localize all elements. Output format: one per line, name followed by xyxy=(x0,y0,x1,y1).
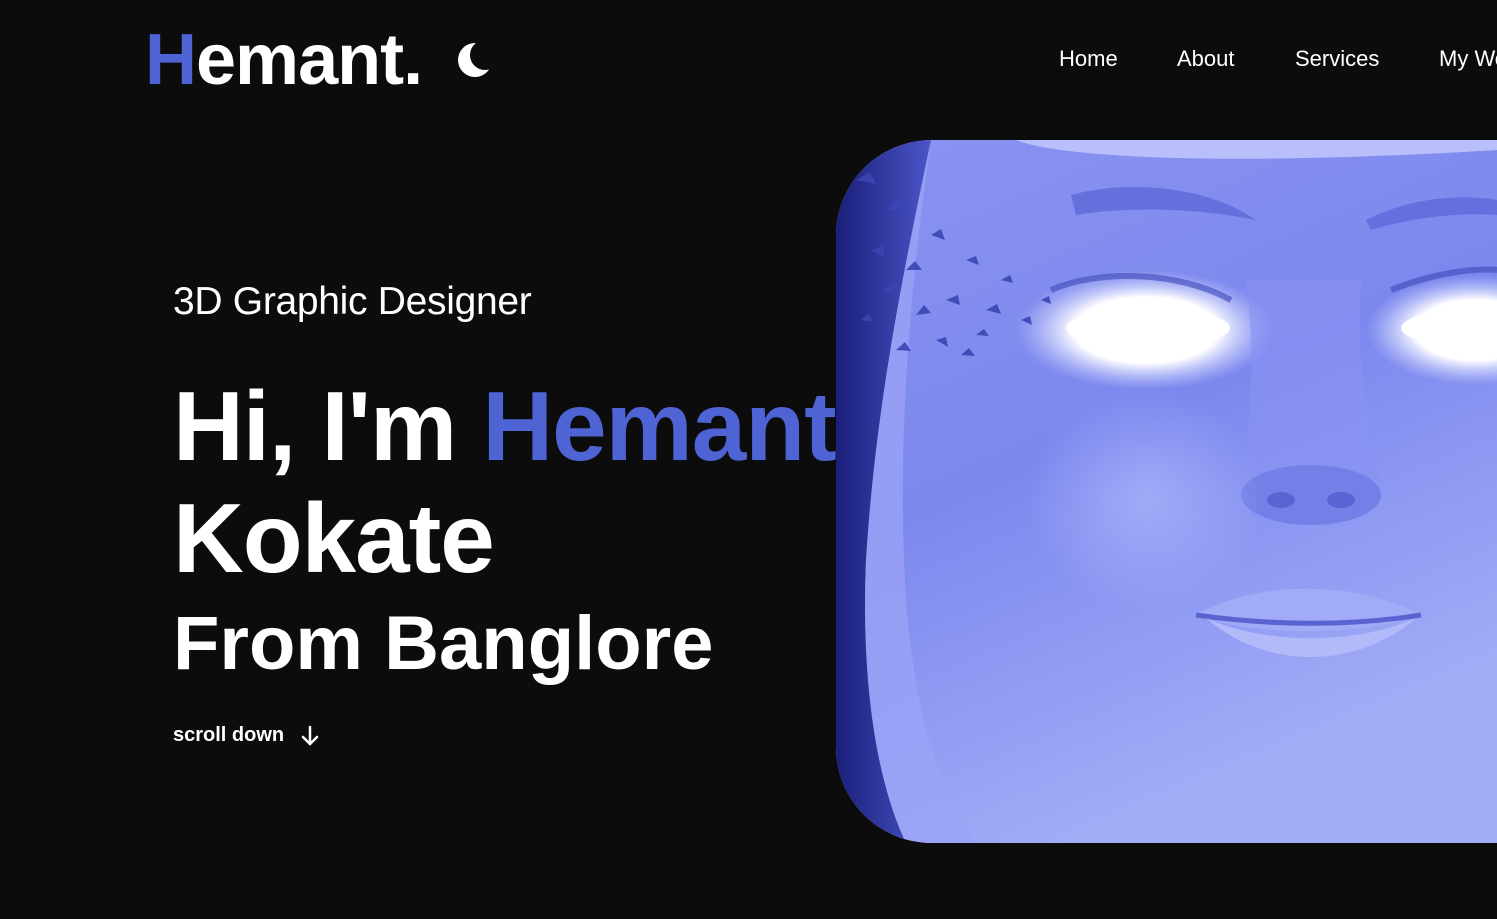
headline-name: Hemant xyxy=(482,371,836,481)
scroll-down-link[interactable]: scroll down xyxy=(173,724,320,747)
nav-about[interactable]: About xyxy=(1177,46,1235,72)
arrow-down-icon xyxy=(301,725,319,745)
hero-headline: Hi, I'm Hemant Kokate From Banglore xyxy=(173,370,837,694)
headline-line-1: Hi, I'm Hemant xyxy=(173,370,837,482)
logo[interactable]: Hemant. xyxy=(145,18,423,102)
hero-image xyxy=(836,140,1497,843)
headline-prefix: Hi, I'm xyxy=(173,371,483,481)
page: Hemant. Home About Services My Wo 3D Gra… xyxy=(0,0,1497,919)
hero-subtitle: 3D Graphic Designer xyxy=(173,280,532,323)
nav-my-work[interactable]: My Wo xyxy=(1439,46,1497,72)
headline-surname: Kokate xyxy=(173,483,495,593)
logo-accent-letter: H xyxy=(145,20,197,100)
headline-location: From Banglore xyxy=(173,601,714,686)
moon-icon xyxy=(458,40,500,77)
theme-toggle-button[interactable] xyxy=(455,38,500,82)
logo-text: emant. xyxy=(196,20,423,100)
nav-services[interactable]: Services xyxy=(1295,46,1379,72)
scroll-down-label: scroll down xyxy=(173,724,285,746)
nav-home[interactable]: Home xyxy=(1059,46,1118,72)
